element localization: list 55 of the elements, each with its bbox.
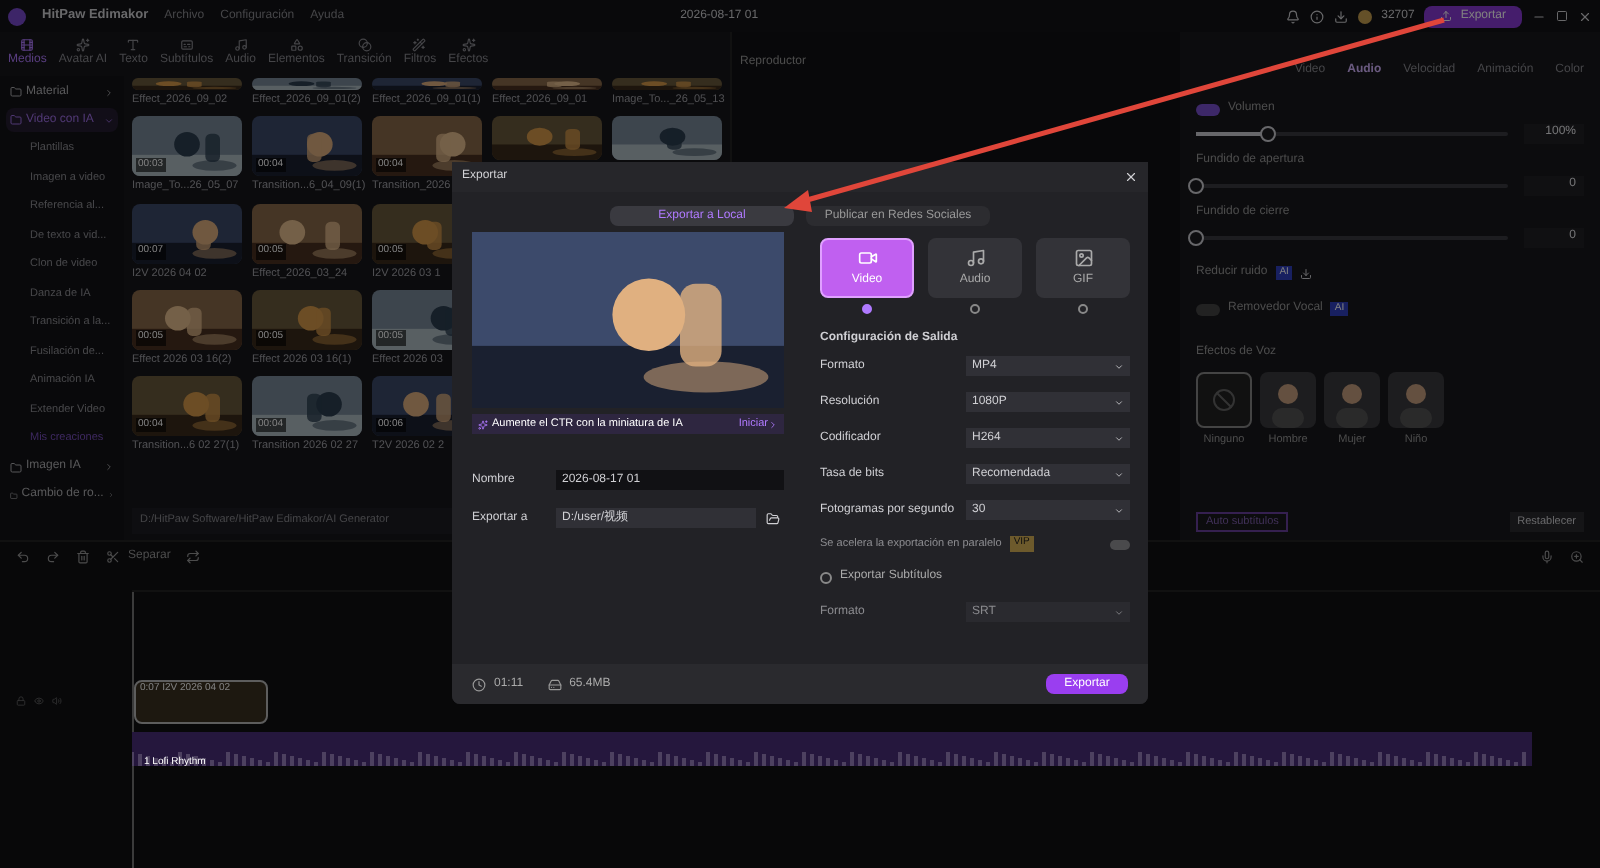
download-icon[interactable]: [1300, 267, 1313, 279]
storage-icon: [547, 677, 562, 691]
chevron-down-icon: [1114, 607, 1124, 618]
image-icon: [1073, 247, 1093, 267]
radio-button[interactable]: [1078, 304, 1088, 314]
chevron-right-icon: [104, 87, 114, 97]
tab-icon: [179, 38, 194, 52]
chevron-down-icon: [1114, 505, 1124, 515]
upload-icon: [1440, 10, 1453, 22]
radio-button[interactable]: [970, 304, 980, 314]
folder-icon: [10, 86, 22, 98]
coin-icon: [1357, 9, 1372, 23]
app-logo: [8, 7, 26, 25]
tab-icon: [233, 38, 248, 52]
folder-icon[interactable]: [766, 511, 780, 525]
slider-thumb[interactable]: [1188, 177, 1204, 193]
radio-button[interactable]: [862, 304, 872, 314]
folder-icon: [10, 114, 22, 126]
close-icon[interactable]: [1124, 170, 1138, 184]
maximize-icon[interactable]: [1556, 10, 1568, 22]
ban-icon: [1212, 388, 1236, 412]
toggle-switch[interactable]: [1196, 103, 1220, 115]
bell-icon[interactable]: [1285, 9, 1300, 23]
chevron-right-icon: [768, 419, 778, 429]
slider-thumb[interactable]: [1188, 229, 1204, 245]
scissors-icon: [106, 550, 120, 564]
sparkle-icon: [478, 419, 488, 429]
music-note-icon: [965, 247, 985, 267]
video-icon: [857, 247, 877, 267]
folder-icon: [10, 489, 18, 501]
folder-icon: [10, 461, 22, 473]
tab-icon: [75, 38, 90, 52]
tab-icon: [412, 38, 427, 52]
chevron-down-icon: [1114, 361, 1124, 371]
slider-thumb[interactable]: [1259, 125, 1276, 141]
microphone-icon[interactable]: [1540, 550, 1554, 564]
zoom-icon[interactable]: [1570, 550, 1584, 564]
tab-icon: [289, 38, 304, 52]
clock-icon: [472, 677, 486, 691]
tab-icon: [461, 38, 476, 52]
checkbox[interactable]: [820, 571, 832, 584]
chevron-down-icon: [104, 115, 114, 125]
info-icon[interactable]: [1309, 9, 1324, 23]
redo-icon[interactable]: [46, 550, 60, 564]
chevron-down-icon: [1114, 433, 1124, 443]
delete-icon[interactable]: [76, 550, 90, 564]
tab-icon: [20, 38, 35, 52]
undo-icon[interactable]: [16, 550, 30, 564]
tab-icon: [357, 38, 372, 52]
chevron-down-icon: [1114, 469, 1124, 479]
tab-icon: [126, 38, 141, 52]
loop-icon[interactable]: [186, 550, 201, 564]
chevron-down-icon: [1114, 397, 1124, 407]
download-icon[interactable]: [1333, 9, 1348, 23]
chevron-right-icon: [104, 462, 114, 472]
